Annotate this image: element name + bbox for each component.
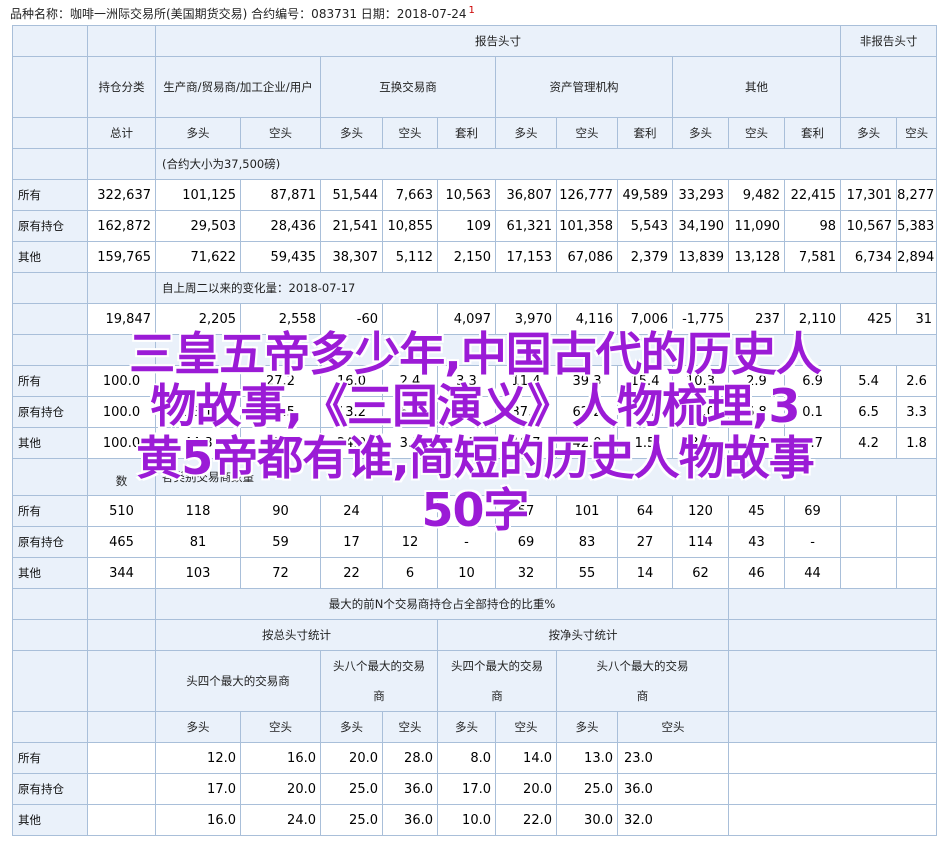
section-note-row: 数 各类别交易商数量 — [12, 458, 938, 496]
table-row: 其他 344 103 72 22 6 10 32 55 14 62 46 44 — [12, 557, 938, 589]
header-footnote: 1 — [468, 5, 475, 16]
report-positions-header: 报告头寸 — [154, 25, 842, 57]
table-row: 所有 100.0 27.2 16.0 2.4 3.3 11.4 39.3 15.… — [12, 365, 938, 397]
table-row: 原有持仓 100.0 18.1 17.5 13.2 6.7 0.1 37.6 6… — [12, 396, 938, 428]
table-row: 19,847 2,205 2,558 -60 4,097 3,970 4,116… — [12, 303, 938, 335]
cot-report-table: 报告头寸 非报告头寸 持仓分类 生产商/贸易商/加工企业/用户 互换交易商 资产… — [12, 25, 938, 836]
table-row: 所有 12.0 16.0 20.0 28.0 8.0 14.0 13.0 23.… — [12, 742, 938, 774]
nonreport-positions-header: 非报告头寸 — [840, 25, 938, 57]
asset-manager-header: 资产管理机构 — [495, 56, 673, 118]
top4-gross-header: 头四个最大的交易商 — [155, 650, 321, 712]
total-header: 总计 — [87, 117, 156, 149]
header-row-2: 持仓分类 生产商/贸易商/加工企业/用户 互换交易商 资产管理机构 其他 — [12, 56, 938, 118]
top4-net-header: 头四个最大的交易商 — [437, 650, 557, 712]
concentration-ls-row: 多头 空头 多头 空头 多头 空头 多头 空头 — [12, 711, 938, 743]
producer-header: 生产商/贸易商/加工企业/用户 — [155, 56, 321, 118]
table-row: 所有 322,637 101,125 87,871 51,544 7,663 1… — [12, 179, 938, 211]
gross-positions-header: 按总头寸统计 — [155, 619, 438, 651]
header-row-3: 总计 多头 空头 多头 空头 套利 多头 空头 套利 多头 空头 套利 多头 空… — [12, 117, 938, 149]
header-text: 品种名称：咖啡一洲际交易所(美国期货交易) 合约编号：083731 日期：201… — [10, 7, 467, 21]
page-header: 品种名称：咖啡一洲际交易所(美国期货交易) 合约编号：083731 日期：201… — [10, 0, 475, 22]
class-header: 持仓分类 — [87, 56, 156, 118]
swap-dealer-header: 互换交易商 — [320, 56, 496, 118]
table-row: 其他 159,765 71,622 59,435 38,307 5,112 2,… — [12, 241, 938, 273]
header-row-1: 报告头寸 非报告头寸 — [12, 25, 938, 57]
concentration-header-row: 按总头寸统计 按净头寸统计 — [12, 619, 938, 651]
weekly-change-note: 自上周二以来的变化量：2018-07-17 — [154, 272, 938, 304]
table-row: 所有 510 118 90 24 57 101 64 120 45 69 — [12, 495, 938, 527]
top8-gross-header: 头八个最大的交易商 — [320, 650, 438, 712]
concentration-title-row: 最大的前N个交易商持仓占全部持仓的比重% — [12, 588, 938, 620]
net-positions-header: 按净头寸统计 — [437, 619, 729, 651]
table-row: 原有持仓 17.0 20.0 25.0 36.0 17.0 20.0 25.0 … — [12, 773, 938, 805]
other-reportable-header: 其他 — [671, 56, 842, 118]
concentration-title: 最大的前N个交易商持仓占全部持仓的比重% — [155, 588, 729, 620]
concentration-subheader-row: 头四个最大的交易商 头八个最大的交易商 头四个最大的交易商 头八个最大的交易商 — [12, 650, 938, 712]
table-row: 原有持仓 162,872 29,503 28,436 21,541 10,855… — [12, 210, 938, 242]
section-note-row: (合约大小为37,500磅) — [12, 148, 938, 180]
section-note-row: 自上周二以来的变化量：2018-07-17 — [12, 272, 938, 304]
table-row: 原有持仓 465 81 59 17 12 - 69 83 27 114 43 - — [12, 526, 938, 558]
table-row: 其他 16.0 24.0 25.0 36.0 10.0 22.0 30.0 32… — [12, 804, 938, 836]
contract-size-note: (合约大小为37,500磅) — [154, 148, 938, 180]
trader-count-note: 各类别交易商数量 — [154, 458, 938, 496]
table-row: 其他 100.0 44.8 37.2 24.0 3.2 1.3 10.7 42.… — [12, 427, 938, 459]
section-note-row — [12, 334, 938, 366]
top8-net-header: 头八个最大的交易商 — [556, 650, 729, 712]
